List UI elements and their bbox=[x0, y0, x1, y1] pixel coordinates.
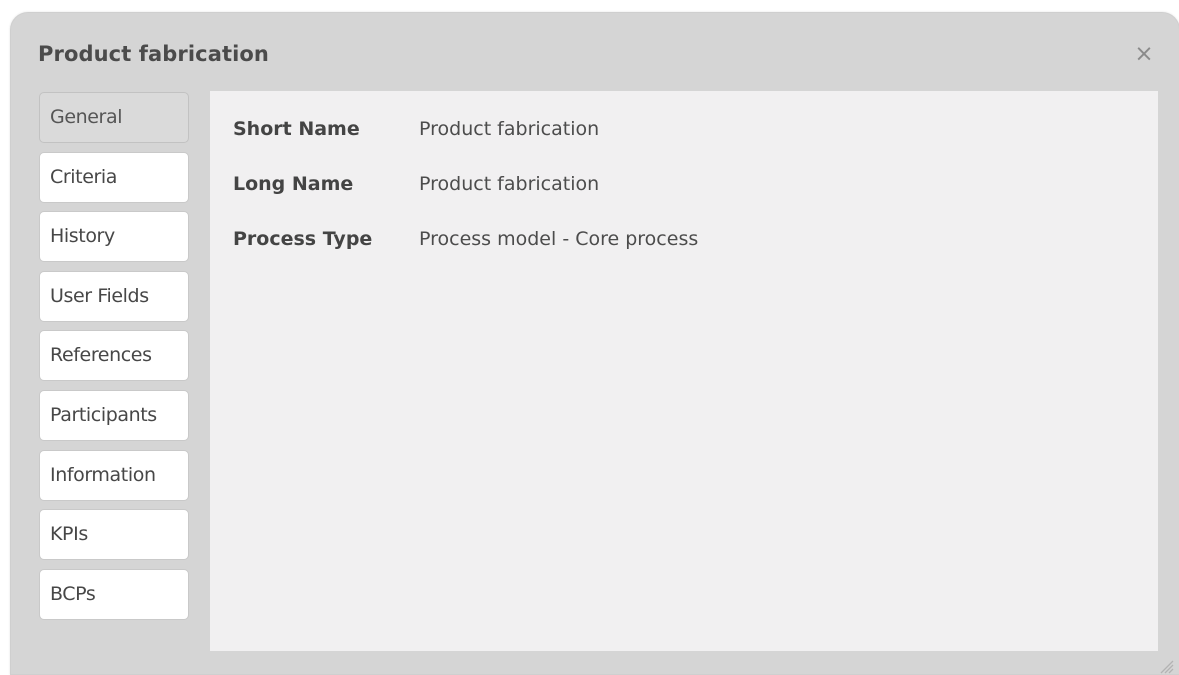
field-value: Product fabrication bbox=[419, 173, 600, 195]
tab-bcps[interactable]: BCPs bbox=[39, 568, 189, 620]
general-panel: Short Name Product fabrication Long Name… bbox=[210, 91, 1158, 651]
dialog-title: Product fabrication bbox=[38, 42, 269, 66]
tab-kpis[interactable]: KPIs bbox=[39, 509, 189, 561]
field-label: Short Name bbox=[233, 118, 360, 140]
tab-general[interactable]: General bbox=[39, 92, 189, 143]
tab-information[interactable]: Information bbox=[39, 449, 189, 501]
field-value: Process model - Core process bbox=[419, 228, 699, 250]
dialog: Product fabrication × General Criteria H… bbox=[10, 12, 1179, 675]
tab-list: General Criteria History User Fields Ref… bbox=[39, 92, 189, 628]
close-icon[interactable]: × bbox=[1131, 41, 1157, 67]
field-label: Long Name bbox=[233, 173, 354, 195]
tab-criteria[interactable]: Criteria bbox=[39, 151, 189, 203]
tab-history[interactable]: History bbox=[39, 211, 189, 263]
tab-user-fields[interactable]: User Fields bbox=[39, 270, 189, 322]
tab-references[interactable]: References bbox=[39, 330, 189, 382]
resize-grip-icon[interactable] bbox=[1153, 655, 1175, 675]
field-label: Process Type bbox=[233, 228, 373, 250]
field-value: Product fabrication bbox=[419, 118, 600, 140]
tab-participants[interactable]: Participants bbox=[39, 389, 189, 441]
